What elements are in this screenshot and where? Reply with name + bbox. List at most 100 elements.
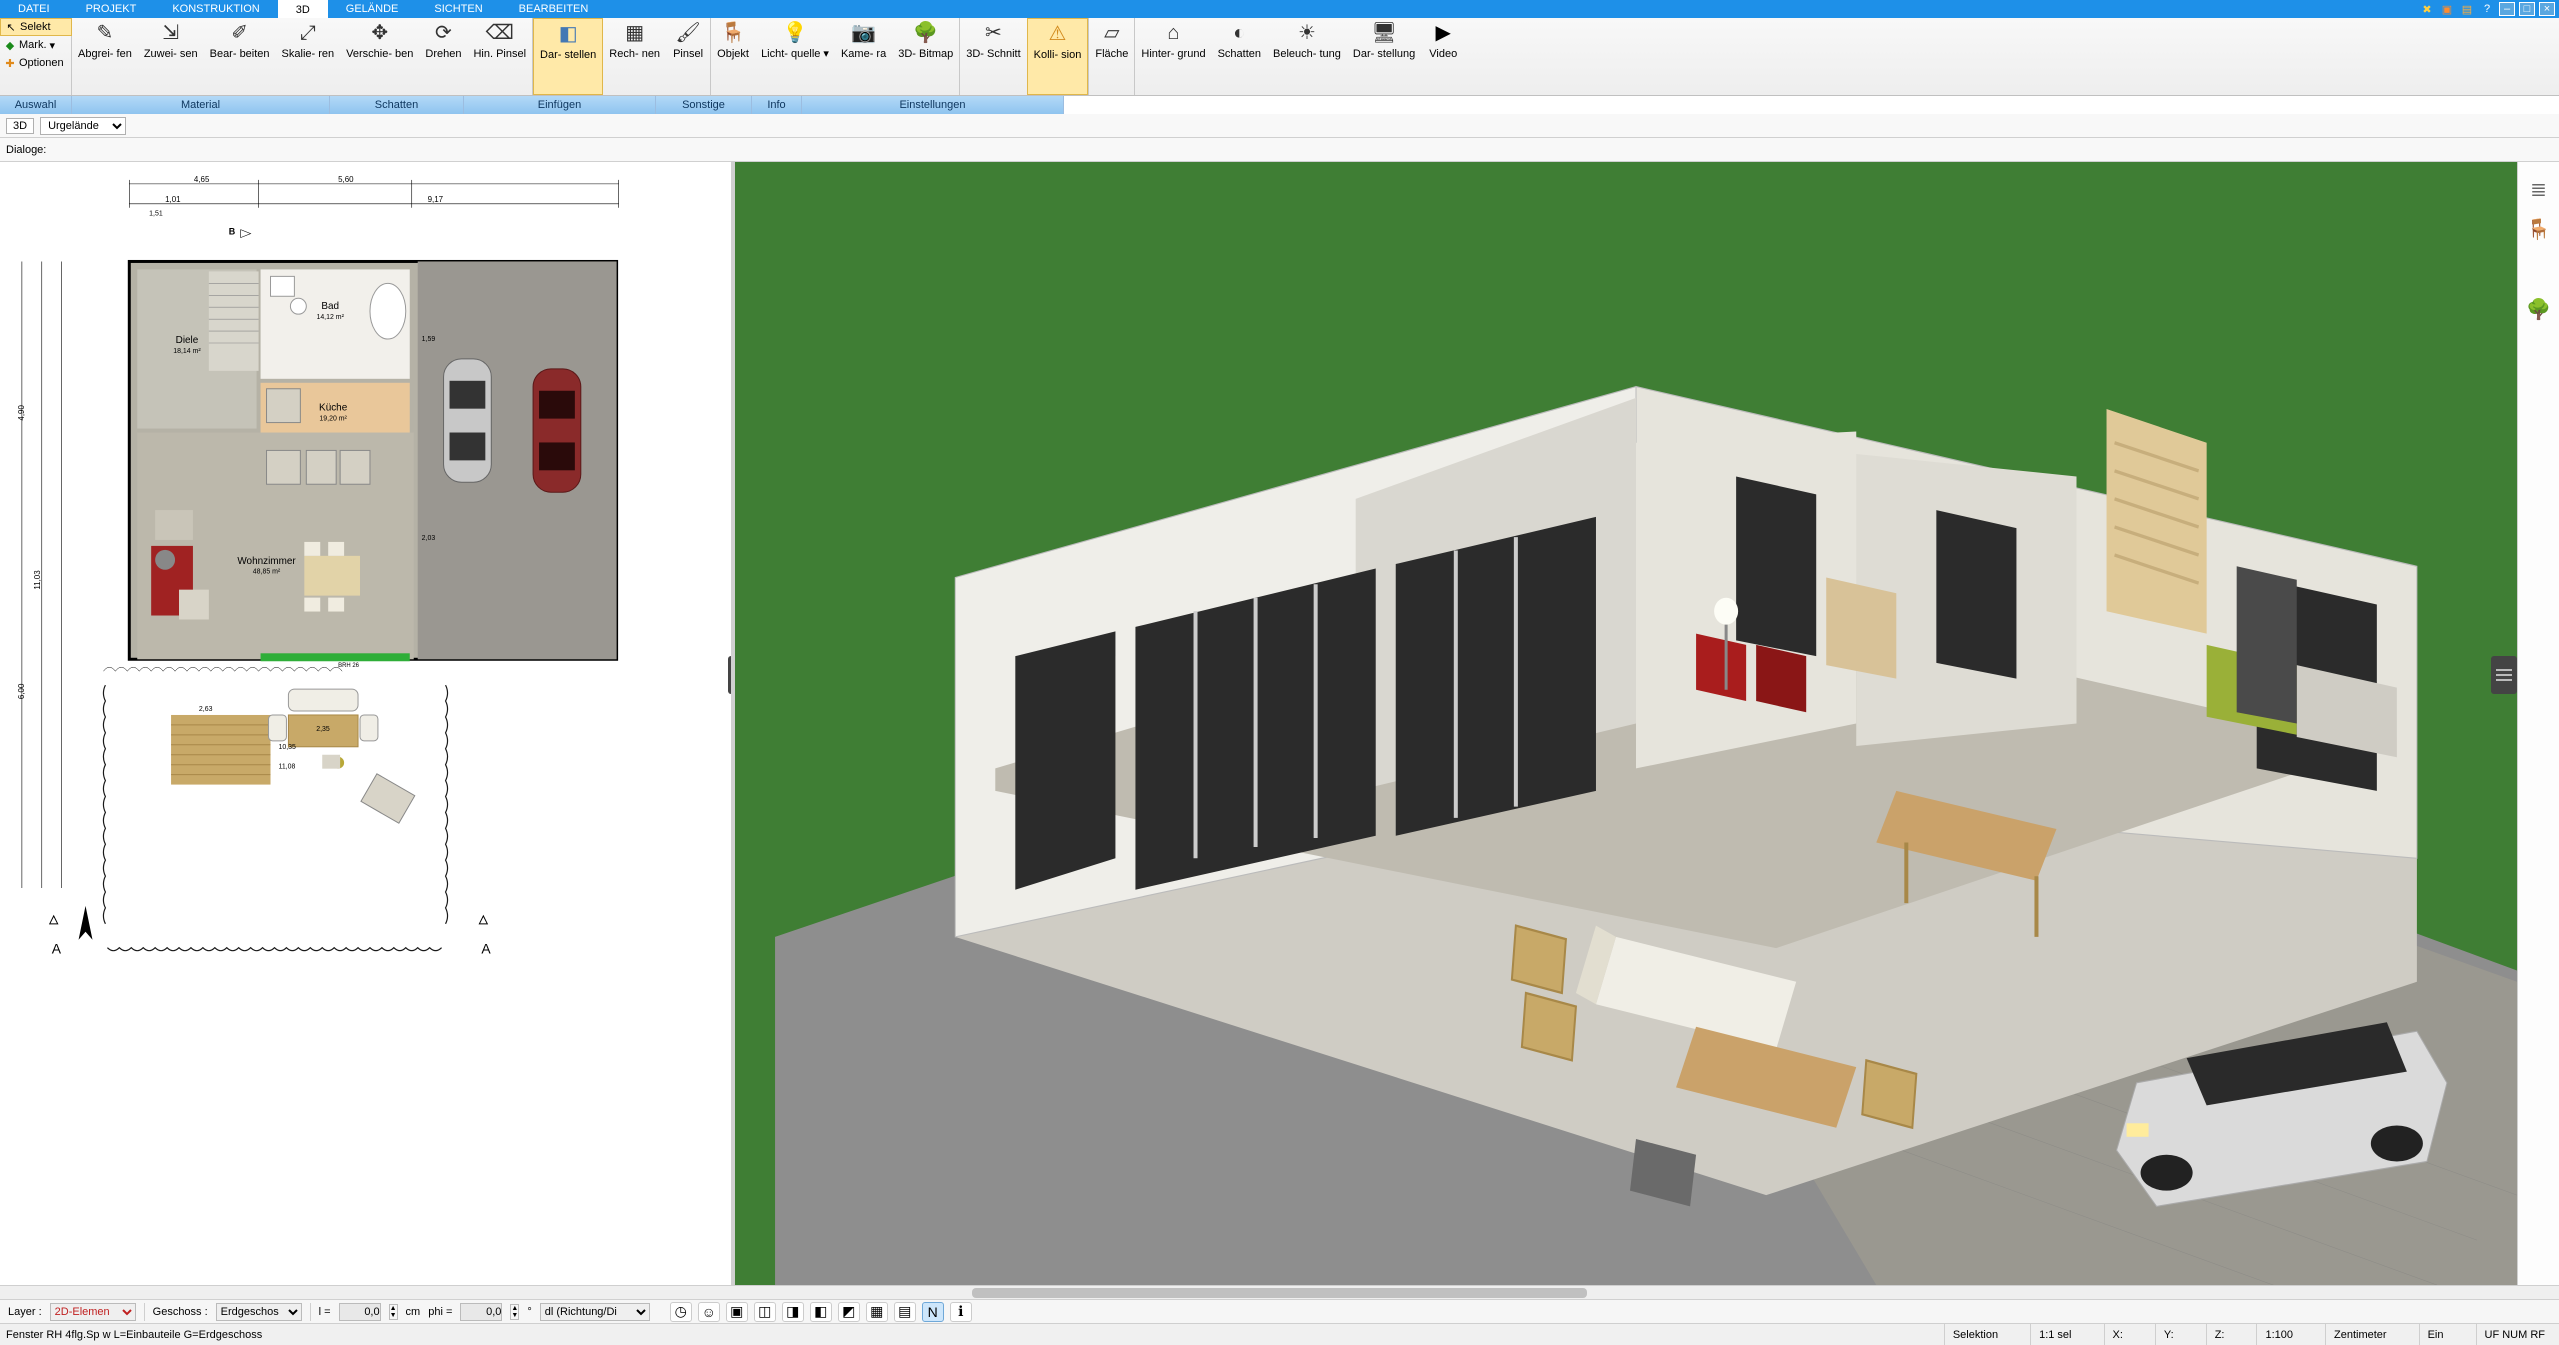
grid-icon[interactable]: ▤ — [894, 1302, 916, 1322]
tab-3d[interactable]: 3D — [278, 0, 328, 18]
layer-select[interactable]: 2D-Elemen — [50, 1303, 136, 1321]
sidebar-handle[interactable] — [2491, 656, 2517, 694]
tab-sichten[interactable]: SICHTEN — [416, 0, 500, 18]
layer-icon-1[interactable]: ◨ — [782, 1302, 804, 1322]
viewport-3d[interactable] — [735, 162, 2517, 1285]
svg-text:Diele: Diele — [176, 335, 199, 346]
btn-kollision[interactable]: ⚠Kolli- sion — [1027, 18, 1089, 95]
status-ein: Ein — [2419, 1324, 2452, 1345]
btn-schatten-settings[interactable]: ◐Schatten — [1212, 18, 1267, 95]
window-maximize[interactable]: □ — [2519, 2, 2535, 16]
btn-darstellen[interactable]: ◧Dar- stellen — [533, 18, 603, 95]
title-bar-icons: ✖ ▣ ▤ ? ‒ □ × — [2419, 0, 2559, 18]
svg-text:Bad: Bad — [321, 301, 339, 312]
window-minimize[interactable]: ‒ — [2499, 2, 2515, 16]
btn-darstellung[interactable]: 🖥Dar- stellung — [1347, 18, 1421, 95]
move-icon: ✥ — [366, 20, 394, 46]
btn-drehen[interactable]: ⟳Drehen — [419, 18, 467, 95]
svg-text:1,59: 1,59 — [422, 336, 436, 343]
menu-bar: DATEI PROJEKT KONSTRUKTION 3D GELÄNDE SI… — [0, 0, 2559, 18]
tab-datei[interactable]: DATEI — [0, 0, 68, 18]
phi-unit: ° — [527, 1306, 531, 1318]
phi-stepper[interactable]: ▲▼ — [510, 1304, 519, 1320]
btn-hintergrund[interactable]: ⌂Hinter- grund — [1135, 18, 1211, 95]
calc-icon: ▦ — [621, 20, 649, 46]
camera-icon: 📷 — [850, 20, 878, 46]
hscroll-thumb[interactable] — [972, 1288, 1586, 1298]
svg-text:A: A — [481, 941, 491, 957]
phi-input[interactable] — [460, 1303, 502, 1321]
l-input[interactable] — [339, 1303, 381, 1321]
hatch-icon[interactable]: ▦ — [866, 1302, 888, 1322]
area-icon: ▱ — [1098, 20, 1126, 46]
user-icon[interactable]: ☺ — [698, 1302, 720, 1322]
btn-pinsel[interactable]: 🖌Pinsel — [666, 18, 710, 95]
layers-icon[interactable]: ≣ — [2526, 176, 2552, 202]
btn-3d-bitmap[interactable]: 🌳3D- Bitmap — [892, 18, 959, 95]
settings-icon[interactable]: ▣ — [2439, 2, 2455, 16]
selekt-tool[interactable]: ↖Selekt — [0, 18, 72, 36]
btn-abgreifen[interactable]: ✎Abgrei- fen — [72, 18, 138, 95]
view3d-svg — [735, 162, 2517, 1285]
pane-splitter[interactable] — [728, 656, 735, 694]
optionen-tool[interactable]: ✚Optionen — [0, 54, 72, 72]
label-auswahl: Auswahl — [0, 96, 72, 114]
layer-icon-2[interactable]: ◧ — [810, 1302, 832, 1322]
ribbon-group-sonstige: ✂3D- Schnitt ⚠Kolli- sion — [960, 18, 1089, 95]
l-stepper[interactable]: ▲▼ — [389, 1304, 398, 1320]
btn-rechnen[interactable]: ▦Rech- nen — [603, 18, 666, 95]
btn-bearbeiten[interactable]: ✐Bear- beiten — [204, 18, 276, 95]
svg-text:4,90: 4,90 — [17, 405, 26, 421]
svg-text:2,63: 2,63 — [199, 706, 213, 713]
btn-skalieren[interactable]: ⤢Skalie- ren — [276, 18, 341, 95]
status-unit: Zentimeter — [2325, 1324, 2395, 1345]
overlay-icon[interactable]: ◫ — [754, 1302, 776, 1322]
furniture-icon[interactable]: 🪑 — [2526, 216, 2552, 242]
help-icon[interactable]: ? — [2479, 2, 2495, 16]
light-icon: ☀ — [1293, 20, 1321, 46]
layer-icon-3[interactable]: ◩ — [838, 1302, 860, 1322]
hscroll-2d[interactable] — [0, 1285, 2559, 1299]
bottom-icon-tools: ◷ ☺ ▣ ◫ ◨ ◧ ◩ ▦ ▤ N ℹ — [670, 1302, 972, 1322]
tab-projekt[interactable]: PROJEKT — [68, 0, 155, 18]
btn-hinpinsel[interactable]: ⌫Hin. Pinsel — [467, 18, 532, 95]
status-selection: Selektion — [1944, 1324, 2006, 1345]
btn-objekt[interactable]: 🪑Objekt — [711, 18, 755, 95]
mark-tool[interactable]: ◆Mark.▾ — [0, 36, 72, 54]
geschoss-select[interactable]: Erdgeschos — [216, 1303, 302, 1321]
plus-icon: ✚ — [4, 57, 16, 69]
tree-tool-icon[interactable]: 🌳 — [2526, 296, 2552, 322]
btn-lichtquelle[interactable]: 💡Licht- quelle ▾ — [755, 18, 835, 95]
btn-beleuchtung[interactable]: ☀Beleuch- tung — [1267, 18, 1347, 95]
viewport-2d[interactable]: 4,65 5,60 1,01 9,17 1,51 B 4,90 6,00 11,… — [0, 162, 735, 1285]
tab-konstruktion[interactable]: KONSTRUKTION — [154, 0, 277, 18]
btn-flaeche[interactable]: ▱Fläche — [1089, 18, 1134, 95]
tool-icon[interactable]: ✖ — [2419, 2, 2435, 16]
folder-icon[interactable]: ▤ — [2459, 2, 2475, 16]
direction-select[interactable]: dl (Richtung/Di — [540, 1303, 650, 1321]
label-einstellungen: Einstellungen — [802, 96, 1064, 114]
window-close[interactable]: × — [2539, 2, 2555, 16]
eyedropper-icon: ✎ — [91, 20, 119, 46]
tab-bearbeiten[interactable]: BEARBEITEN — [501, 0, 607, 18]
tab-gelaende[interactable]: GELÄNDE — [328, 0, 417, 18]
btn-zuweisen[interactable]: ⇲Zuwei- sen — [138, 18, 204, 95]
clock-icon[interactable]: ◷ — [670, 1302, 692, 1322]
phi-label: phi = — [428, 1306, 452, 1318]
camera-tool-icon[interactable]: ▣ — [726, 1302, 748, 1322]
svg-text:1,01: 1,01 — [165, 195, 181, 204]
north-icon[interactable]: N — [922, 1302, 944, 1322]
ribbon-group-material: ✎Abgrei- fen ⇲Zuwei- sen ✐Bear- beiten ⤢… — [72, 18, 533, 95]
info-icon[interactable]: ℹ — [950, 1302, 972, 1322]
btn-verschieben[interactable]: ✥Verschie- ben — [340, 18, 419, 95]
terrain-select[interactable]: Urgelände — [40, 117, 126, 135]
svg-text:Wohnzimmer: Wohnzimmer — [237, 556, 296, 567]
btn-3d-schnitt[interactable]: ✂3D- Schnitt — [960, 18, 1026, 95]
status-sel-count: 1:1 sel — [2030, 1324, 2079, 1345]
ribbon-group-einstellungen: ⌂Hinter- grund ◐Schatten ☀Beleuch- tung … — [1135, 18, 1465, 95]
svg-text:18,14 m²: 18,14 m² — [173, 348, 201, 355]
btn-video[interactable]: ▶Video — [1421, 18, 1465, 95]
palette-icon[interactable] — [2526, 256, 2552, 282]
label-einfuegen: Einfügen — [464, 96, 656, 114]
btn-kamera[interactable]: 📷Kame- ra — [835, 18, 892, 95]
